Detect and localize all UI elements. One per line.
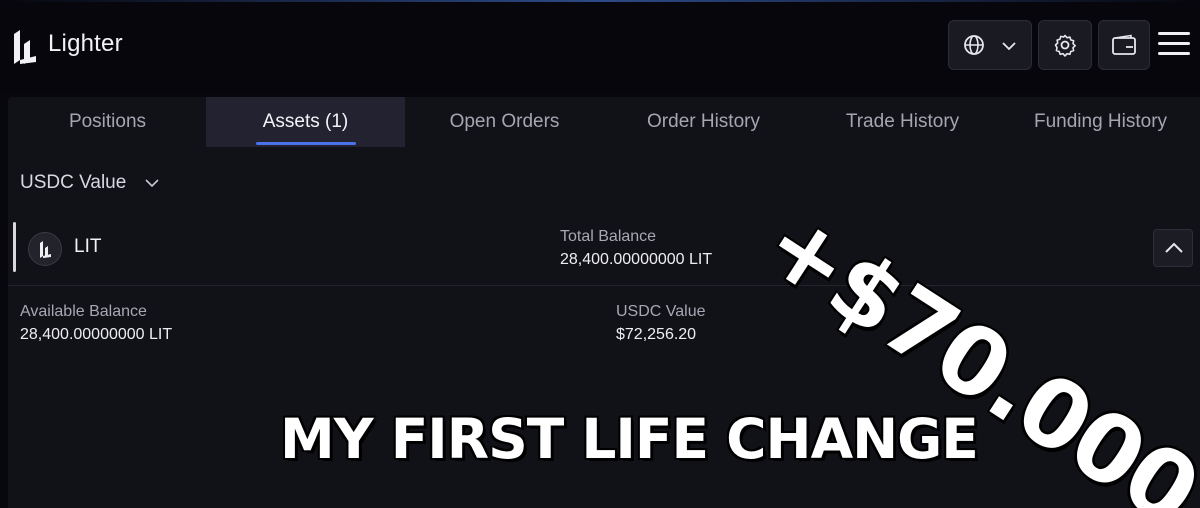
usdc-value-label: USDC Value [616, 303, 706, 320]
tab-order-history[interactable]: Order History [604, 97, 803, 147]
wallet-button[interactable] [1098, 20, 1150, 70]
settings-button[interactable] [1038, 20, 1092, 70]
globe-icon [964, 35, 984, 55]
total-balance-value: 28,400.00000000 LIT [560, 251, 713, 268]
usdc-value-amount: $72,256.20 [616, 326, 697, 343]
gear-icon [1054, 34, 1076, 57]
tab-open-orders[interactable]: Open Orders [405, 97, 604, 147]
available-balance-label: Available Balance [20, 303, 147, 320]
language-button[interactable] [948, 20, 1032, 70]
wallet-icon [1112, 34, 1136, 55]
tab-positions[interactable]: Positions [8, 97, 207, 147]
menu-line [1158, 32, 1190, 35]
chevron-down-icon [145, 179, 159, 188]
value-currency-label: USDC Value [20, 172, 127, 193]
tab-bar: Positions Assets (1) Open Orders Order H… [8, 97, 1200, 147]
menu-line [1158, 52, 1190, 55]
logo-icon[interactable] [12, 26, 38, 66]
chevron-down-icon [1002, 42, 1016, 51]
menu-icon[interactable] [1158, 32, 1192, 58]
chevron-up-icon [1165, 242, 1183, 253]
menu-line [1158, 42, 1190, 45]
asset-symbol: LIT [74, 236, 102, 257]
tab-assets-label: Assets (1) [262, 111, 349, 132]
collapse-button[interactable] [1153, 229, 1193, 267]
total-balance-label: Total Balance [560, 228, 657, 245]
overlay-caption-text: MY FIRST LIFE CHANGE [280, 407, 979, 471]
available-balance-value: 28,400.00000000 LIT [20, 326, 173, 343]
value-currency-select[interactable]: USDC Value [20, 172, 159, 198]
tab-assets[interactable]: Assets (1) [206, 97, 405, 147]
tab-trade-history[interactable]: Trade History [803, 97, 1002, 147]
tab-funding-history[interactable]: Funding History [1001, 97, 1200, 147]
active-tab-underline [256, 142, 356, 145]
brand-name[interactable]: Lighter [48, 30, 123, 58]
lit-token-icon [28, 232, 62, 266]
top-accent-line [0, 0, 1200, 2]
row-indicator [13, 222, 16, 272]
